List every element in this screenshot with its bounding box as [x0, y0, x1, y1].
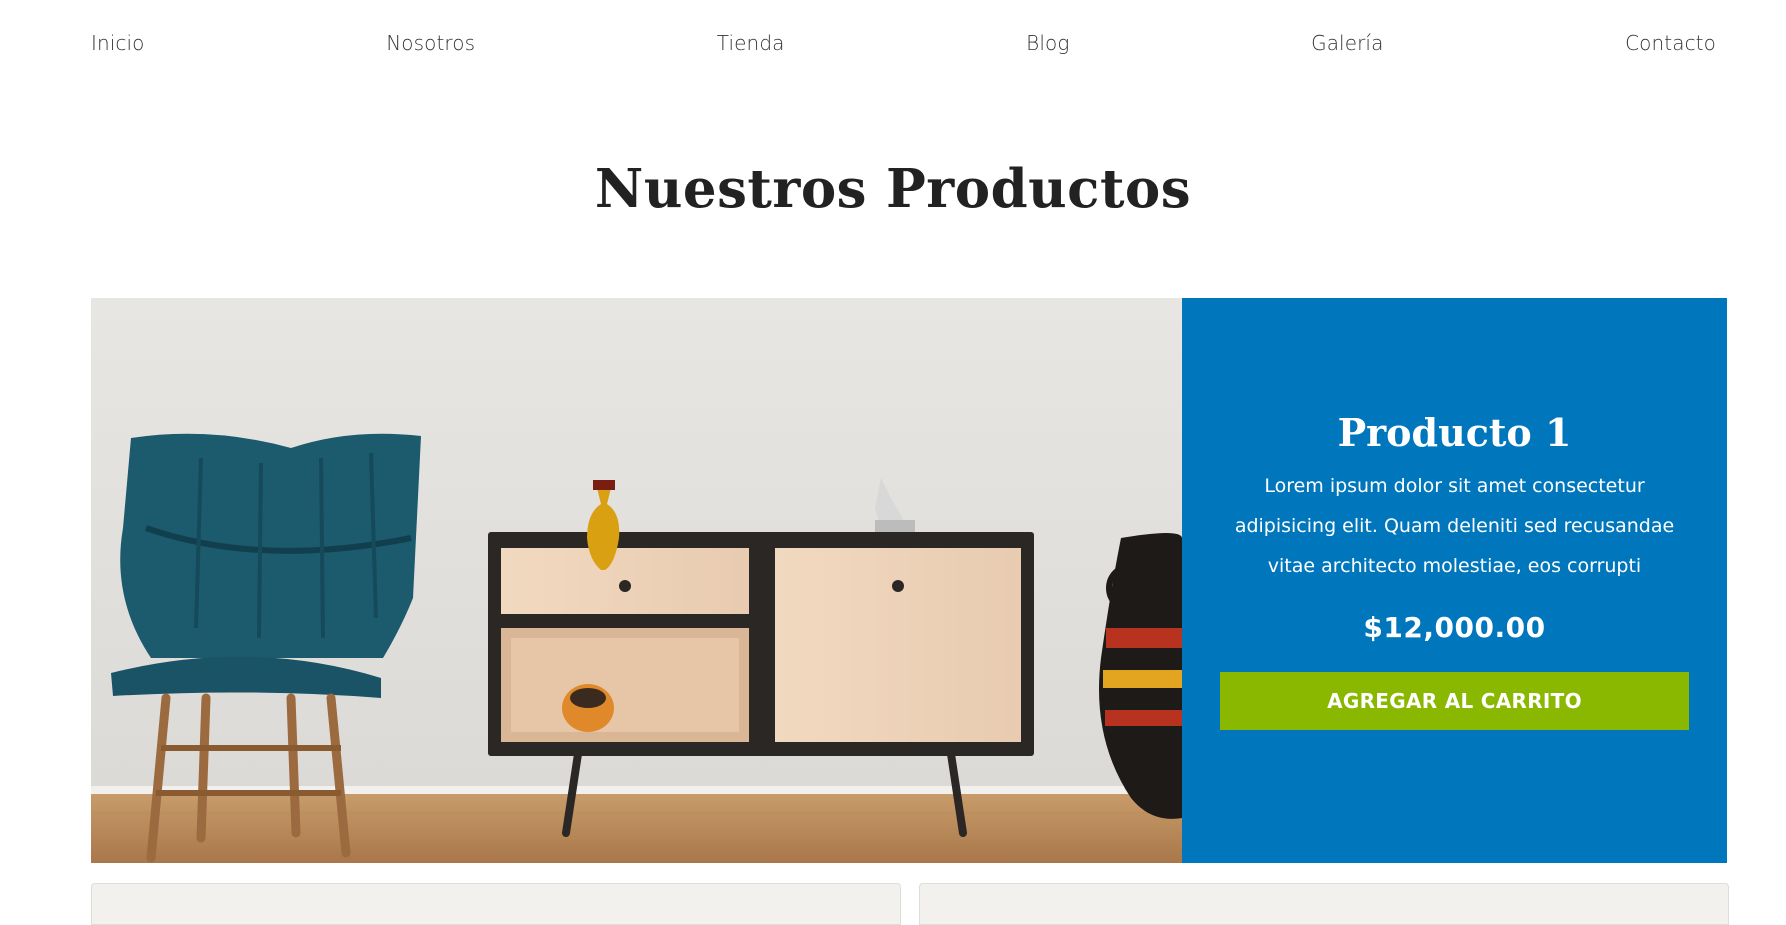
nav-link-galeria[interactable]: Galería: [1311, 31, 1383, 55]
nav-link-nosotros[interactable]: Nosotros: [386, 31, 475, 55]
product-info-panel: Producto 1 Lorem ipsum dolor sit amet co…: [1182, 298, 1727, 863]
nav-link-tienda[interactable]: Tienda: [717, 31, 785, 55]
product-name: Producto 1: [1337, 410, 1572, 455]
product-card: Producto 1 Lorem ipsum dolor sit amet co…: [91, 298, 1727, 863]
page-title: Nuestros Productos: [594, 158, 1192, 220]
product-thumbnail-right[interactable]: [919, 883, 1729, 925]
product-description: Lorem ipsum dolor sit amet consectetur a…: [1234, 474, 1675, 577]
nav-link-inicio[interactable]: Inicio: [91, 31, 145, 55]
nav-link-contacto[interactable]: Contacto: [1625, 31, 1716, 55]
product-thumbnail-left[interactable]: [91, 883, 901, 925]
nav-link-blog[interactable]: Blog: [1026, 31, 1069, 55]
add-to-cart-button[interactable]: AGREGAR AL CARRITO: [1220, 671, 1689, 730]
main-nav: Inicio Nosotros Tienda Blog Galería Cont…: [91, 26, 1716, 60]
product-price: $12,000.00: [1363, 610, 1546, 644]
product-image: [91, 298, 1182, 863]
